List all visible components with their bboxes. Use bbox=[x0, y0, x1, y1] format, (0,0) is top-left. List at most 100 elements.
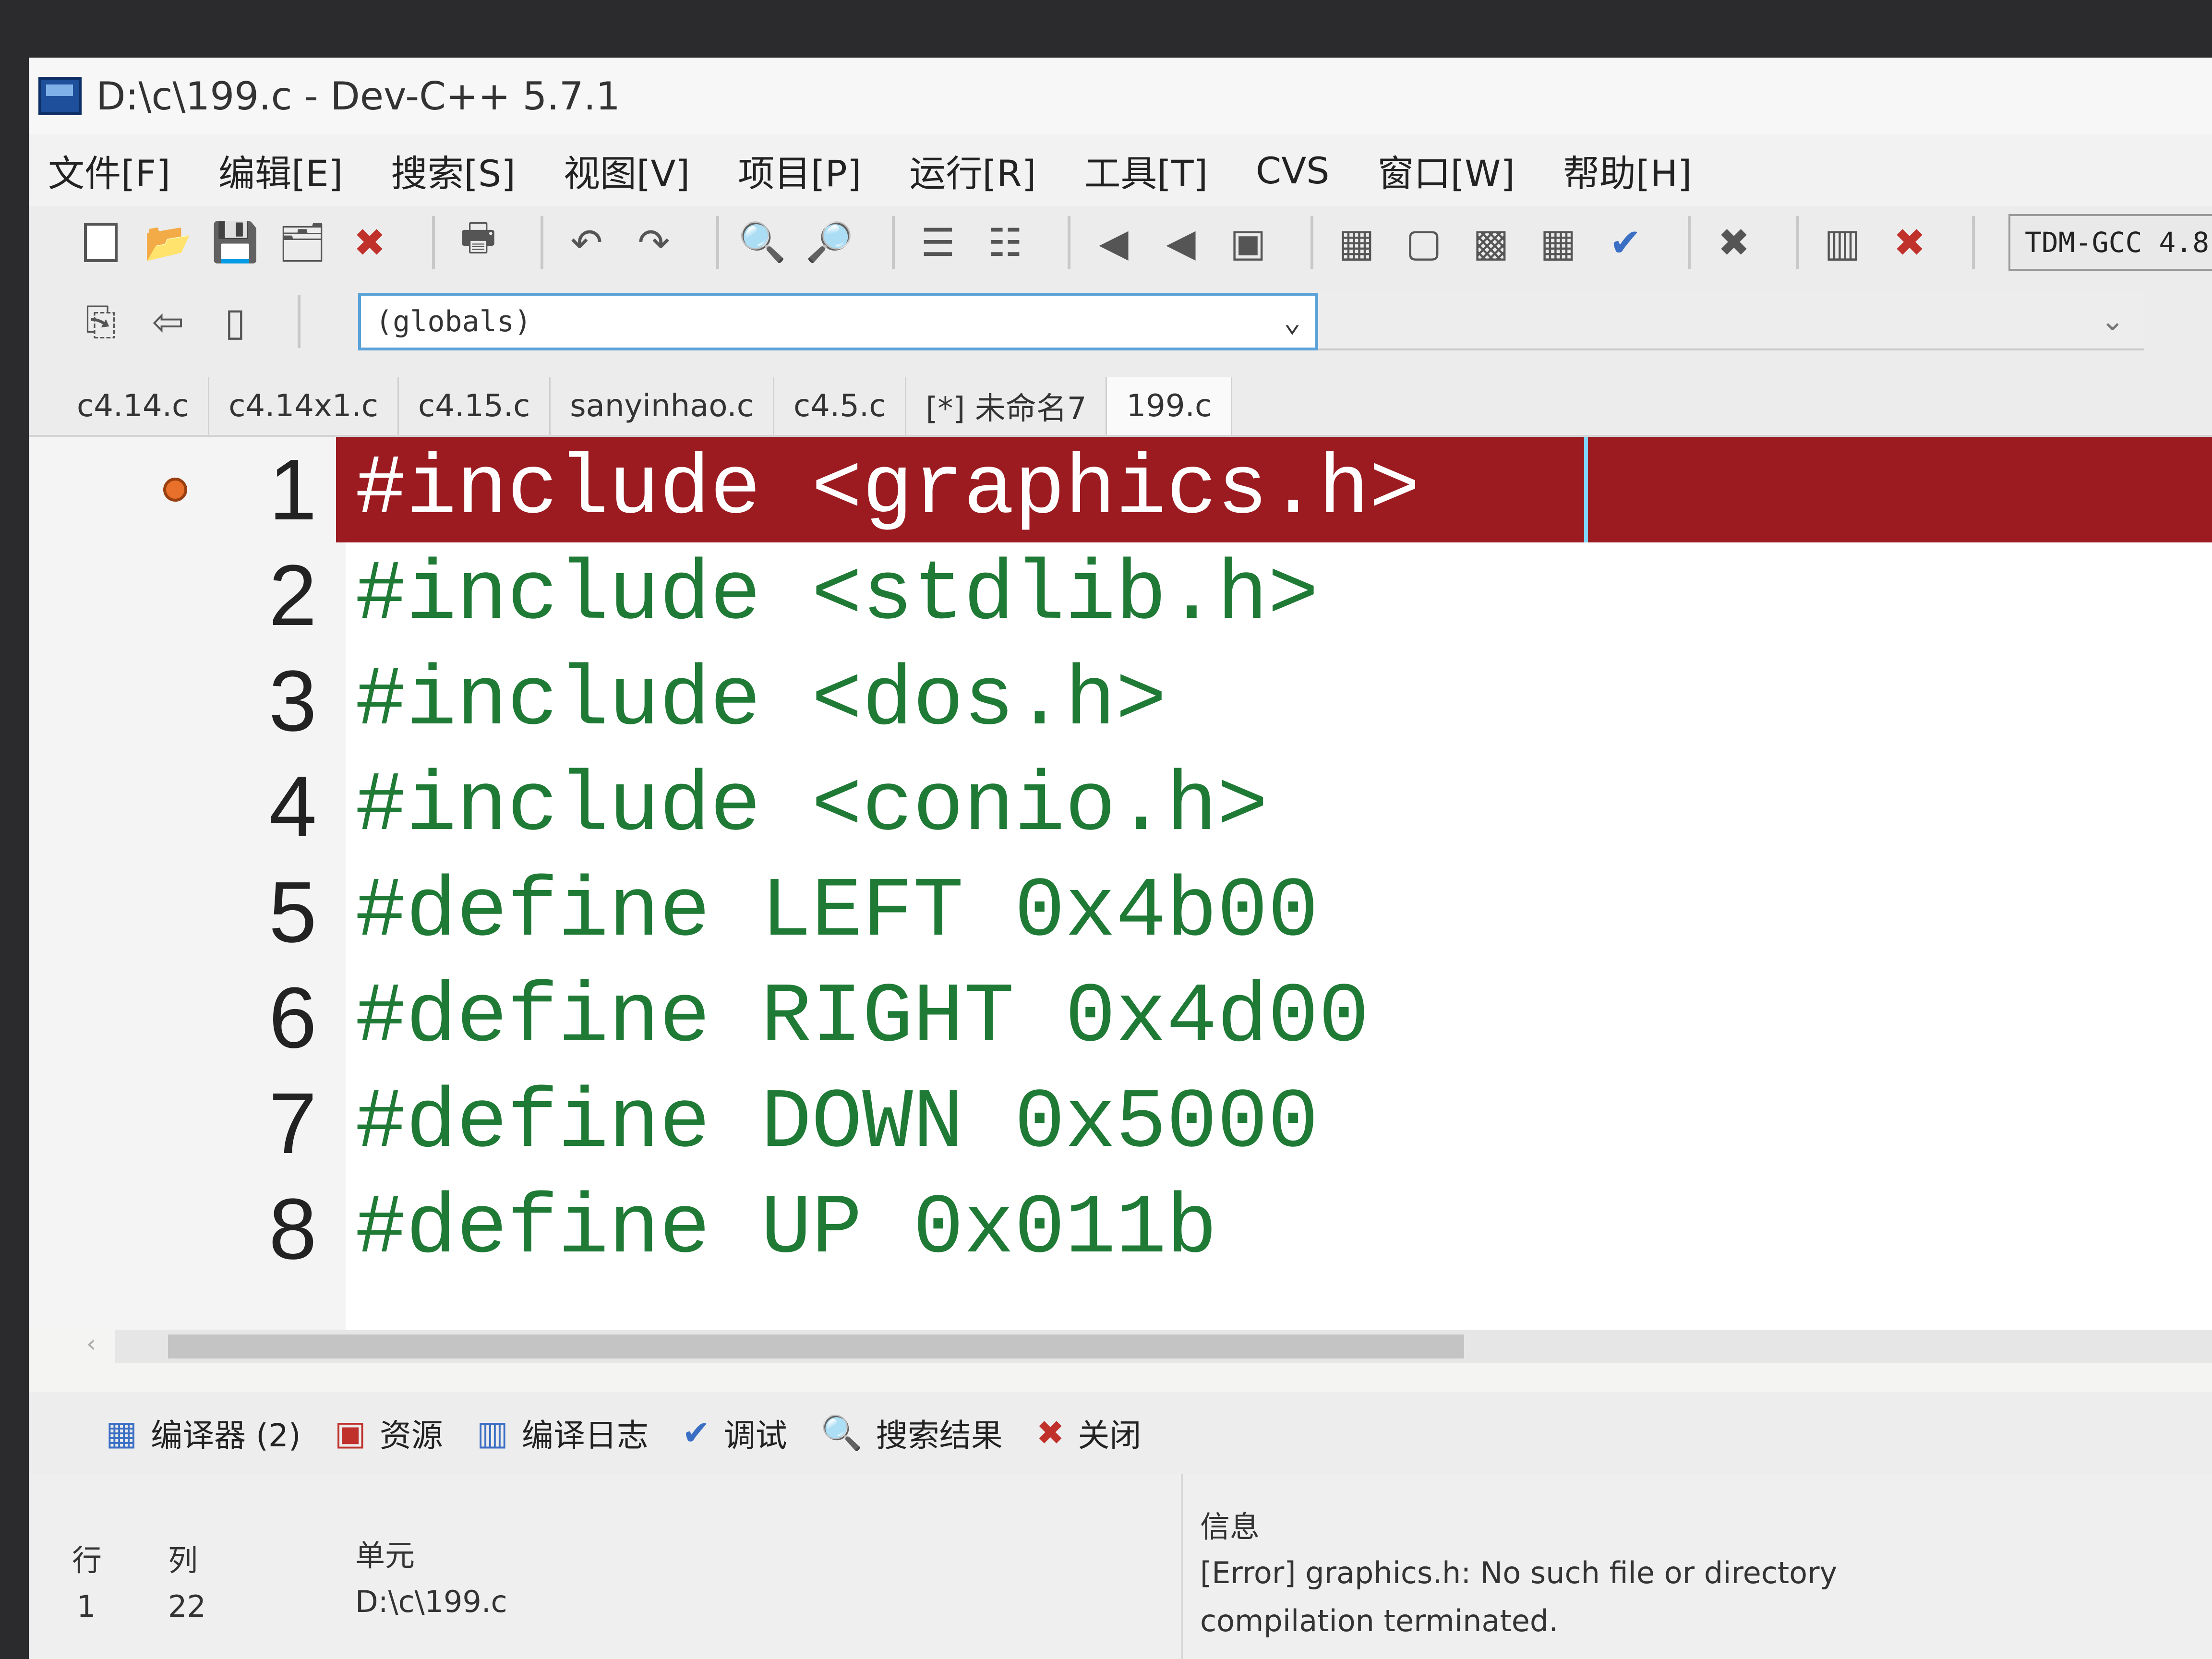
project-options-icon[interactable]: ▯ bbox=[211, 298, 259, 346]
toolbar-separator bbox=[892, 216, 895, 269]
compile-icon[interactable]: ▦ bbox=[1333, 218, 1381, 266]
compiler-select[interactable]: TDM-GCC 4.8.1 64-bit bbox=[2008, 214, 2212, 271]
menu-search[interactable]: 搜索[S] bbox=[391, 144, 516, 197]
tab-untitled7[interactable]: [*] 未命名7 bbox=[906, 377, 1107, 435]
tab-resources-label: 资源 bbox=[379, 1417, 443, 1454]
new-file-icon[interactable] bbox=[77, 218, 125, 266]
tab-close[interactable]: ✖ 关闭 bbox=[1036, 1410, 1142, 1456]
delete-profile-icon[interactable]: ✖ bbox=[1886, 218, 1934, 266]
run-icon[interactable]: ▢ bbox=[1400, 218, 1448, 266]
line-number: 8 bbox=[268, 1180, 317, 1277]
line-number: 3 bbox=[268, 652, 317, 749]
find-icon[interactable]: 🔍 bbox=[738, 218, 786, 266]
code-line[interactable]: 5 #define LEFT 0x4b00 bbox=[29, 859, 2212, 965]
error-marker-icon bbox=[163, 478, 187, 502]
open-file-icon[interactable]: 📂 bbox=[144, 218, 192, 266]
rebuild-icon[interactable]: ▦ bbox=[1534, 218, 1582, 266]
line-number: 4 bbox=[268, 758, 317, 855]
menu-bar: 文件[F] 编辑[E] 搜索[S] 视图[V] 项目[P] 运行[R] 工具[T… bbox=[29, 134, 2212, 206]
tab-sanyinhao[interactable]: sanyinhao.c bbox=[551, 377, 774, 435]
globals-dropdown[interactable]: (globals) ⌄ bbox=[358, 293, 1318, 350]
tab-close-label: 关闭 bbox=[1078, 1417, 1142, 1454]
menu-window[interactable]: 窗口[W] bbox=[1377, 144, 1515, 197]
tab-compile-log-label: 编译日志 bbox=[521, 1417, 649, 1454]
profile-chart-icon[interactable]: ▥ bbox=[1818, 218, 1866, 266]
menu-project[interactable]: 项目[P] bbox=[738, 144, 861, 197]
members-dropdown[interactable]: ⌄ bbox=[1318, 293, 2144, 350]
check-icon: ✔ bbox=[682, 1413, 710, 1453]
save-all-icon[interactable]: 🗂 bbox=[278, 218, 327, 266]
horizontal-scrollbar[interactable]: ‹ bbox=[86, 1330, 2212, 1363]
code-line[interactable]: 8 #define UP 0x011b bbox=[29, 1176, 2212, 1282]
menu-run[interactable]: 运行[R] bbox=[909, 144, 1036, 197]
error-row-column[interactable]: 22 bbox=[168, 1589, 206, 1624]
tab-c4-15[interactable]: c4.15.c bbox=[399, 377, 551, 435]
code-line[interactable]: 4 #include <conio.h> bbox=[29, 754, 2212, 859]
code-line[interactable]: 2 #include <stdlib.h> bbox=[29, 542, 2212, 648]
header-info: 信息 bbox=[1200, 1509, 1260, 1544]
resources-icon: ▣ bbox=[334, 1413, 366, 1453]
code-line[interactable]: 3 #include <dos.h> bbox=[29, 648, 2212, 754]
tab-debug[interactable]: ✔ 调试 bbox=[682, 1410, 787, 1456]
chevron-down-icon: ⌄ bbox=[1283, 305, 1301, 338]
menu-help[interactable]: 帮助[H] bbox=[1563, 144, 1692, 197]
search-icon: 🔍 bbox=[820, 1413, 863, 1453]
bookmark-next-icon[interactable]: ◀ bbox=[1157, 218, 1205, 266]
header-col: 列 bbox=[168, 1543, 198, 1578]
code-text: #include <conio.h> bbox=[355, 758, 1268, 854]
compile-run-icon[interactable]: ▩ bbox=[1467, 218, 1515, 266]
bookmark-prev-icon[interactable]: ◀ bbox=[1090, 218, 1138, 266]
menu-cvs[interactable]: CVS bbox=[1256, 149, 1329, 192]
replace-icon[interactable]: 🔎 bbox=[805, 218, 854, 266]
line-number: 5 bbox=[268, 864, 317, 961]
main-toolbar: 📂 💾 🗂 ✖ 🖶 ↶ ↷ 🔍 🔎 ☰ ☷ ◀ ◀ ▣ ▦ ▢ ▩ ▦ ✔ ✖ … bbox=[29, 206, 2212, 278]
code-line[interactable]: 7 #define DOWN 0x5000 bbox=[29, 1070, 2212, 1176]
redo-icon[interactable]: ↷ bbox=[630, 218, 678, 266]
debug-check-icon[interactable]: ✔ bbox=[1601, 218, 1649, 266]
code-text: #define LEFT 0x4b00 bbox=[355, 864, 1319, 960]
tab-compile-log[interactable]: ▥ 编译日志 bbox=[477, 1410, 649, 1456]
add-to-project-icon[interactable]: ⇦ bbox=[144, 298, 192, 346]
bar-chart-icon: ▥ bbox=[476, 1413, 508, 1453]
print-icon[interactable]: 🖶 bbox=[454, 215, 502, 266]
tab-resources[interactable]: ▣ 资源 bbox=[335, 1410, 443, 1456]
stop-icon[interactable]: ✖ bbox=[1710, 218, 1758, 266]
code-editor[interactable]: 1 #include <graphics.h> 2 #include <stdl… bbox=[29, 437, 2212, 1330]
toolbar-separator bbox=[298, 295, 301, 348]
file-tab-bar: c4.14.c c4.14x1.c c4.15.c sanyinhao.c c4… bbox=[29, 365, 2212, 437]
tab-search-results[interactable]: 🔍 搜索结果 bbox=[821, 1410, 1003, 1456]
code-text: #include <graphics.h> bbox=[355, 442, 1420, 538]
code-text: #define RIGHT 0x4d00 bbox=[355, 970, 1370, 1066]
tab-c4-14[interactable]: c4.14.c bbox=[58, 377, 210, 435]
scroll-left-icon[interactable]: ‹ bbox=[86, 1330, 115, 1363]
scrollbar-thumb[interactable] bbox=[168, 1334, 1464, 1358]
unindent-icon[interactable]: ☷ bbox=[981, 218, 1029, 266]
menu-edit[interactable]: 编辑[E] bbox=[218, 144, 343, 197]
code-text: #include <stdlib.h> bbox=[355, 547, 1319, 643]
code-line[interactable]: 1 #include <graphics.h> bbox=[29, 437, 2212, 542]
line-number: 7 bbox=[268, 1075, 317, 1172]
menu-tools[interactable]: 工具[T] bbox=[1084, 144, 1208, 197]
text-caret bbox=[1584, 437, 1588, 542]
save-icon[interactable]: 💾 bbox=[211, 218, 259, 266]
tab-c4-5[interactable]: c4.5.c bbox=[774, 377, 907, 435]
close-file-icon[interactable]: ✖ bbox=[346, 218, 394, 266]
menu-file[interactable]: 文件[F] bbox=[48, 144, 170, 197]
tab-compiler[interactable]: ▦ 编译器 (2) bbox=[106, 1410, 301, 1456]
indent-icon[interactable]: ☰ bbox=[914, 218, 962, 266]
error-row-file[interactable]: D:\c\199.c bbox=[355, 1584, 507, 1619]
error-row-message[interactable]: [Error] graphics.h: No such file or dire… bbox=[1200, 1555, 1837, 1590]
bookmark-icon[interactable]: ▣ bbox=[1224, 218, 1272, 266]
undo-icon[interactable]: ↶ bbox=[563, 218, 611, 266]
title-bar: D:\c\199.c - Dev-C++ 5.7.1 bbox=[29, 58, 2212, 135]
code-line[interactable]: 6 #define RIGHT 0x4d00 bbox=[29, 965, 2212, 1070]
line-number: 6 bbox=[268, 969, 317, 1066]
message-row-text[interactable]: compilation terminated. bbox=[1200, 1603, 1558, 1638]
tab-c4-14x1[interactable]: c4.14x1.c bbox=[209, 377, 399, 435]
error-row-line[interactable]: 1 bbox=[77, 1589, 96, 1624]
toolbar-separator bbox=[541, 216, 543, 269]
menu-view[interactable]: 视图[V] bbox=[564, 144, 690, 197]
new-project-icon[interactable]: ⎘ bbox=[77, 298, 125, 346]
tab-199[interactable]: 199.c bbox=[1107, 377, 1233, 435]
devcpp-app-icon bbox=[38, 77, 82, 115]
